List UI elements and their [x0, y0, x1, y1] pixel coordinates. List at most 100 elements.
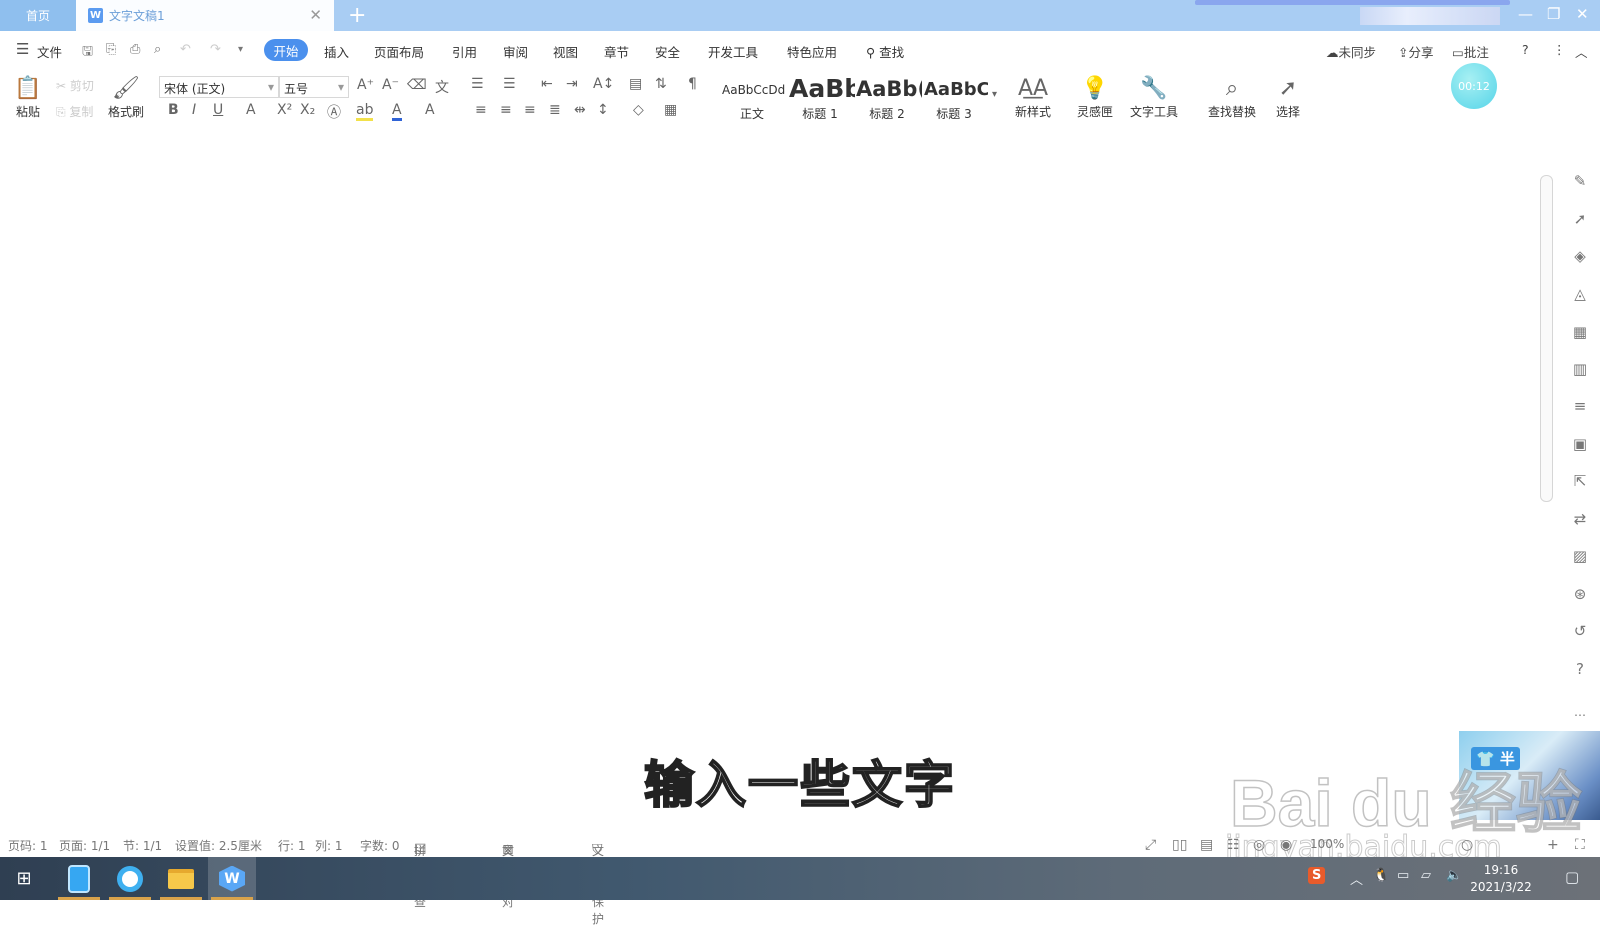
sliders-icon[interactable]: ≡ [1568, 397, 1592, 415]
fit-page-icon[interactable]: ⛶ [1575, 837, 1585, 853]
comment-button[interactable]: ▭批注 [1452, 42, 1489, 61]
sort-icon[interactable]: ⇅ [655, 76, 667, 92]
bold-icon[interactable]: B [168, 102, 179, 118]
zoom-level[interactable]: 100% [1310, 837, 1344, 851]
menu-file[interactable]: 文件 [37, 42, 62, 61]
align-left-icon[interactable]: ≡ [475, 102, 487, 118]
menu-tab-references[interactable]: 引用 [452, 42, 477, 61]
document-canvas[interactable] [0, 131, 1535, 831]
reading-mode-icon[interactable]: ▯▯ [1172, 837, 1187, 853]
menu-tab-review[interactable]: 审阅 [503, 42, 528, 61]
show-marks-icon[interactable]: ¶ [688, 76, 697, 92]
distribute-icon[interactable]: ⇹ [574, 102, 586, 118]
redo-icon[interactable]: ↷ [210, 42, 221, 57]
hamburger-icon[interactable]: ☰ [16, 40, 29, 58]
battery-icon[interactable]: ▭ [1397, 868, 1409, 883]
help-circle-icon[interactable]: ? [1568, 660, 1592, 678]
align-center-icon[interactable]: ≡ [500, 102, 512, 118]
line-spacing-icon[interactable]: ↕ [597, 102, 609, 118]
decrease-indent-icon[interactable]: ⇤ [541, 76, 553, 92]
zoom-in-icon[interactable]: + [1547, 837, 1559, 853]
outline-view-icon[interactable]: ☷ [1227, 837, 1240, 853]
align-right-icon[interactable]: ≡ [524, 102, 536, 118]
font-size-select[interactable]: 五号 ▾ [279, 76, 349, 98]
page-view-icon[interactable]: ▤ [1200, 837, 1213, 853]
style-gallery-expand-icon[interactable]: ▾ [992, 89, 997, 100]
close-window-icon[interactable]: ✕ [1576, 5, 1589, 23]
vertical-scrollbar[interactable] [1540, 175, 1553, 502]
history-icon[interactable]: ↺ [1568, 622, 1592, 640]
menu-tab-developer[interactable]: 开发工具 [708, 42, 758, 61]
inspiration-button[interactable]: 💡 灵感匣 [1073, 73, 1117, 120]
clear-format-icon[interactable]: ⌫ [407, 77, 427, 93]
export-share-icon[interactable]: ⇱ [1568, 472, 1592, 490]
eye-protection-icon[interactable]: ◉ [1280, 837, 1292, 853]
grow-font-icon[interactable]: A⁺ [357, 77, 374, 93]
network-icon[interactable]: ▱ [1421, 868, 1431, 883]
select-button[interactable]: ➚ 选择 [1268, 73, 1308, 120]
paste-button[interactable]: 📋 粘贴 [10, 73, 46, 120]
fullscreen-icon[interactable]: ⤢ [1145, 837, 1156, 853]
shading-icon[interactable]: ◇ [633, 102, 644, 118]
italic-icon[interactable]: I [192, 102, 196, 118]
text-direction-icon[interactable]: A↕ [593, 76, 614, 92]
undo-icon[interactable]: ↶ [180, 42, 191, 57]
start-button[interactable]: ⊞ [0, 857, 48, 900]
chart-icon[interactable]: ▥ [1568, 360, 1592, 378]
print-icon[interactable]: ⎙ [130, 42, 140, 57]
menu-tab-chapter[interactable]: 章节 [604, 42, 629, 61]
superscript-icon[interactable]: X² [277, 102, 292, 118]
save-icon[interactable]: 🖫 [82, 42, 93, 64]
text-effect-icon[interactable]: Ⓐ [327, 102, 341, 122]
close-tab-icon[interactable]: ✕ [309, 6, 322, 24]
highlight-icon[interactable]: ab [356, 102, 374, 121]
copy-button[interactable]: ⎘ 复制 [56, 103, 93, 120]
underline-icon[interactable]: U [213, 102, 223, 118]
input-method-icon[interactable]: S [1308, 867, 1326, 884]
menu-search[interactable]: ⚲ 查找 [866, 42, 904, 61]
new-style-button[interactable]: A͟A 新样式 [1008, 73, 1058, 120]
find-replace-button[interactable]: ⌕ 查找替换 [1200, 73, 1264, 120]
edit-pen-icon[interactable]: ✎ [1568, 172, 1592, 190]
sync-button[interactable]: ☁未同步 [1326, 42, 1376, 61]
phonetic-icon[interactable]: 文 [435, 77, 449, 97]
share-button[interactable]: ⇪分享 [1398, 42, 1434, 61]
image-icon[interactable]: ▨ [1568, 547, 1592, 565]
status-word-count[interactable]: 字数: 0 [360, 837, 400, 854]
font-color-icon[interactable]: A [392, 102, 402, 121]
cut-button[interactable]: ✂ 剪切 [56, 77, 94, 94]
taskbar-app-tablet[interactable] [55, 857, 103, 900]
text-tools-button[interactable]: 🔧 文字工具 [1122, 73, 1186, 120]
strikethrough-icon[interactable]: A [246, 102, 256, 118]
backup-icon[interactable]: ⊛ [1568, 585, 1592, 603]
web-view-icon[interactable]: ◎ [1253, 837, 1265, 853]
menu-tab-start[interactable]: 开始 [264, 39, 308, 61]
justify-icon[interactable]: ≣ [549, 102, 561, 118]
increase-indent-icon[interactable]: ⇥ [566, 76, 578, 92]
chinese-layout-icon[interactable]: ▤ [629, 76, 642, 92]
export-icon[interactable]: ⎘ [106, 42, 116, 57]
translate-icon[interactable]: ⇄ [1568, 510, 1592, 528]
restore-icon[interactable]: ❐ [1547, 5, 1560, 23]
collapse-ribbon-icon[interactable]: ︿ [1575, 42, 1588, 61]
shrink-font-icon[interactable]: A⁻ [382, 77, 399, 93]
quick-access-dropdown-icon[interactable]: ▾ [238, 44, 243, 55]
shapes-icon[interactable]: ◈ [1568, 247, 1592, 265]
more-icon[interactable]: ⋮ [1553, 42, 1566, 57]
tab-home[interactable]: 首页 [0, 0, 76, 31]
sidebar-more-icon[interactable]: ⋯ [1568, 708, 1592, 722]
numbering-icon[interactable]: ☰ [503, 76, 516, 92]
subscript-icon[interactable]: X₂ [300, 102, 315, 118]
volume-icon[interactable]: 🔈 [1446, 868, 1462, 883]
menu-tab-security[interactable]: 安全 [655, 42, 680, 61]
menu-tab-page-layout[interactable]: 页面布局 [374, 42, 424, 61]
fill-icon[interactable]: ◬ [1568, 285, 1592, 303]
zoom-out-icon[interactable]: ○ [1461, 837, 1473, 853]
help-icon[interactable]: ? [1522, 42, 1529, 57]
qq-icon[interactable]: 🐧 [1373, 868, 1389, 883]
cursor-select-icon[interactable]: ➚ [1568, 210, 1592, 228]
char-shading-icon[interactable]: A [425, 102, 435, 118]
taskbar-app-browser[interactable] [106, 857, 154, 900]
taskbar-app-wps[interactable]: W [208, 857, 256, 900]
font-name-select[interactable]: 宋体 (正文) ▾ [159, 76, 279, 98]
